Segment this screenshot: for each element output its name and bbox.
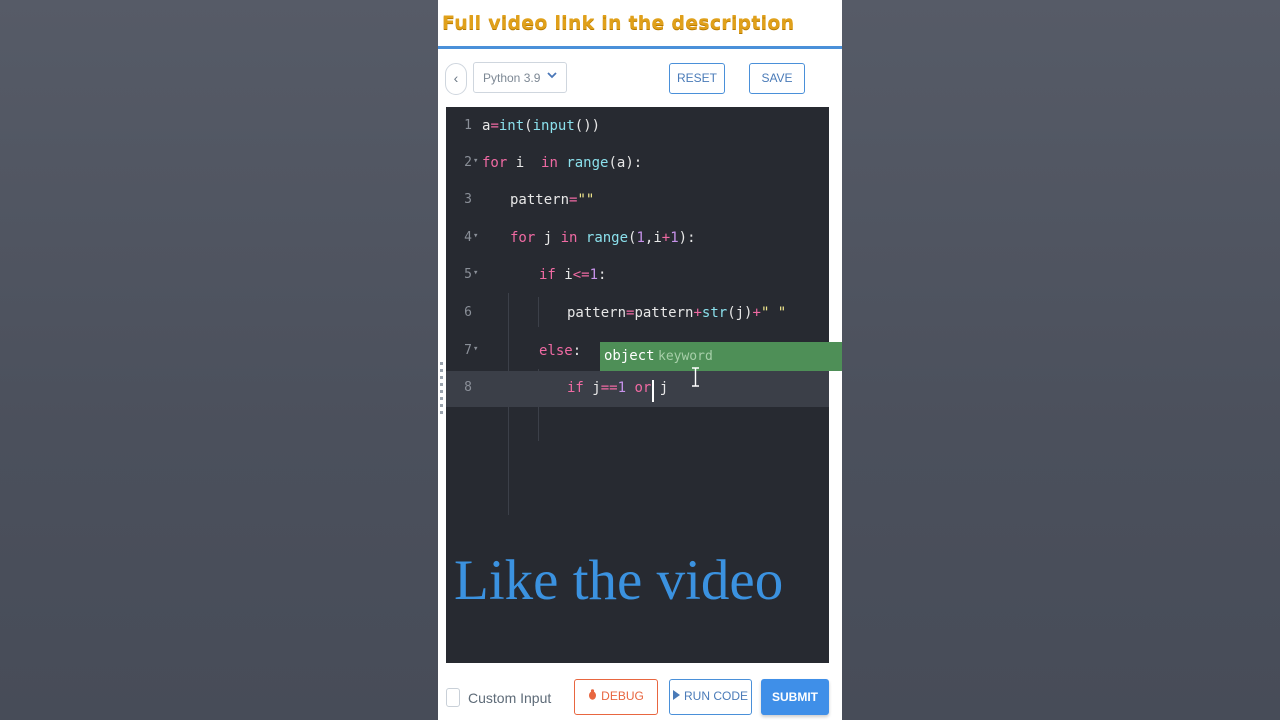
submit-button[interactable]: SUBMIT bbox=[761, 679, 829, 715]
banner-text: Full video link in the description bbox=[442, 12, 795, 34]
code-text: for i in range(a): bbox=[482, 155, 643, 171]
code-line[interactable]: 2 ▾ for i in range(a): bbox=[446, 146, 829, 182]
language-label: Python 3.9 bbox=[483, 71, 541, 85]
text-caret bbox=[652, 380, 654, 402]
background-left bbox=[0, 0, 438, 720]
fold-arrow-icon[interactable]: ▾ bbox=[473, 231, 478, 241]
line-number: 6 bbox=[464, 305, 472, 320]
code-text: if i<=1: bbox=[539, 267, 607, 283]
play-icon bbox=[672, 681, 680, 714]
line-number: 3 bbox=[464, 192, 472, 207]
editor-toolbar: ‹ Python 3.9 RESET SAVE bbox=[438, 55, 842, 101]
watermark-text: Like the video bbox=[454, 549, 784, 612]
run-code-button[interactable]: RUN CODE bbox=[669, 679, 752, 715]
code-line[interactable]: 4 ▾ for j in range(1,i+1): bbox=[446, 221, 829, 257]
reset-button[interactable]: RESET bbox=[669, 63, 725, 94]
custom-input-checkbox[interactable] bbox=[446, 688, 460, 707]
back-button[interactable]: ‹ bbox=[445, 63, 467, 95]
line-number: 1 bbox=[464, 118, 472, 133]
banner: Full video link in the description bbox=[438, 0, 842, 49]
code-text: a=int(input()) bbox=[482, 118, 601, 134]
code-text: pattern="" bbox=[510, 192, 595, 208]
ibeam-cursor-icon bbox=[692, 367, 699, 387]
line-number: 4 bbox=[464, 230, 472, 245]
code-line[interactable]: 3 pattern="" bbox=[446, 183, 829, 219]
fold-arrow-icon[interactable]: ▾ bbox=[473, 344, 478, 354]
code-line[interactable]: 6 pattern=pattern+str(j)+" " bbox=[446, 296, 829, 332]
fold-arrow-icon[interactable]: ▾ bbox=[473, 268, 478, 278]
code-line[interactable]: 1 a=int(input()) bbox=[446, 109, 829, 145]
line-number: 7 bbox=[464, 343, 472, 358]
language-select[interactable]: Python 3.9 bbox=[473, 62, 567, 93]
autocomplete-suggestion[interactable]: object keyword bbox=[600, 342, 842, 371]
code-line[interactable]: 5 ▾ if i<=1: bbox=[446, 258, 829, 294]
debug-label: DEBUG bbox=[601, 689, 644, 703]
custom-input-label: Custom Input bbox=[468, 690, 552, 706]
code-text: for j in range(1,i+1): bbox=[510, 230, 696, 246]
code-text: else: bbox=[539, 343, 582, 359]
save-button[interactable]: SAVE bbox=[749, 63, 805, 94]
line-number: 5 bbox=[464, 267, 472, 282]
chevron-down-icon bbox=[546, 69, 558, 84]
resize-handle[interactable] bbox=[440, 362, 443, 414]
autocomplete-word: object bbox=[604, 348, 655, 364]
line-number: 2 bbox=[464, 155, 472, 170]
run-code-label: RUN CODE bbox=[683, 689, 748, 703]
code-line-active[interactable]: 8 if j==1 or j bbox=[446, 371, 829, 407]
phone-screen: Full video link in the description ‹ Pyt… bbox=[438, 0, 842, 720]
code-text: pattern=pattern+str(j)+" " bbox=[567, 305, 787, 321]
debug-button[interactable]: DEBUG bbox=[574, 679, 658, 715]
fold-arrow-icon[interactable]: ▾ bbox=[473, 156, 478, 166]
chevron-left-icon: ‹ bbox=[453, 70, 459, 86]
autocomplete-type: keyword bbox=[658, 349, 713, 364]
background-right bbox=[842, 0, 1280, 720]
editor-footer: Custom Input DEBUG RUN CODE SUBMIT bbox=[438, 672, 842, 720]
line-number: 8 bbox=[464, 380, 472, 395]
bug-icon bbox=[588, 681, 597, 714]
